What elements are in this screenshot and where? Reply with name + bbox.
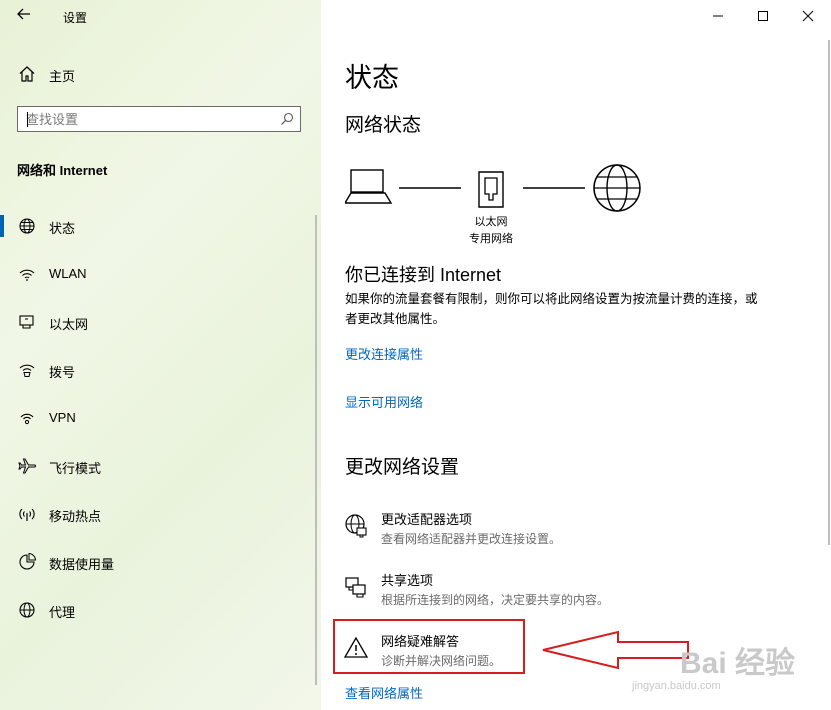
watermark-url: jingyan.baidu.com — [632, 680, 721, 692]
network-diagram: 以太网 专用网络 — [343, 160, 645, 250]
sidebar-item-label: VPN — [49, 410, 76, 425]
sidebar: 设置 主页 网络和 Internet 状态 WLAN — [0, 0, 321, 710]
airplane-icon — [18, 458, 36, 474]
sidebar-item-hotspot[interactable]: 移动热点 — [0, 494, 315, 534]
laptop-icon — [343, 169, 393, 204]
sidebar-item-proxy[interactable]: 代理 — [0, 590, 315, 630]
connected-heading: 你已连接到 Internet — [345, 265, 502, 285]
data-usage-icon — [19, 552, 37, 570]
sidebar-item-label: WLAN — [49, 266, 87, 281]
sidebar-item-ethernet[interactable]: 以太网 — [0, 302, 315, 342]
internet-globe-icon — [593, 164, 641, 212]
close-icon[interactable] — [796, 4, 820, 28]
sidebar-item-vpn[interactable]: VPN — [0, 398, 315, 438]
network-type-label: 专用网络 — [469, 233, 513, 245]
text-caret — [27, 112, 28, 127]
sharing-icon — [345, 577, 366, 598]
search-input[interactable] — [26, 110, 266, 128]
adapter-options-item[interactable]: 更改适配器选项 查看网络适配器并更改连接设置。 — [341, 509, 761, 553]
section-title: 网络和 Internet — [17, 163, 108, 178]
connected-description: 如果你的流量套餐有限制，则你可以将此网络设置为按流量计费的连接，或者更改其他属性… — [345, 292, 758, 326]
vpn-icon — [20, 413, 34, 425]
sidebar-item-label: 飞行模式 — [49, 461, 102, 476]
annotation-arrow-icon — [542, 630, 689, 670]
dialup-icon — [19, 364, 35, 377]
wifi-icon — [19, 269, 35, 281]
globe-icon — [19, 218, 35, 234]
sidebar-item-label: 移动热点 — [49, 509, 102, 524]
network-diagram-graphic — [343, 164, 641, 212]
minimize-icon[interactable] — [706, 4, 730, 28]
search-icon[interactable] — [280, 112, 294, 126]
option-subtitle: 查看网络适配器并更改连接设置。 — [381, 532, 562, 546]
sidebar-scrollbar[interactable] — [315, 215, 317, 685]
hotspot-icon — [19, 508, 35, 521]
main-scrollbar[interactable] — [828, 40, 830, 545]
proxy-globe-icon — [19, 602, 35, 618]
sidebar-item-label: 状态 — [49, 221, 76, 236]
main-panel: 状态 网络状态 以太网 专用网络 你已连接到 Internet 如果你的流量套餐… — [321, 0, 831, 710]
ethernet-port-icon — [478, 171, 504, 208]
sidebar-item-wlan[interactable]: WLAN — [0, 254, 315, 294]
change-settings-heading: 更改网络设置 — [345, 457, 460, 478]
sidebar-home-label: 主页 — [49, 69, 76, 84]
home-icon — [19, 66, 35, 82]
watermark-text: Bai 经验 — [680, 647, 796, 680]
back-arrow-icon[interactable] — [12, 6, 36, 28]
network-status-heading: 网络状态 — [345, 115, 422, 136]
adapter-label: 以太网 — [474, 216, 508, 228]
sidebar-item-label: 拨号 — [49, 365, 76, 380]
adapter-globe-icon — [345, 514, 367, 538]
search-box[interactable] — [17, 106, 301, 132]
option-title: 更改适配器选项 — [381, 512, 473, 527]
maximize-icon[interactable] — [751, 4, 775, 28]
sidebar-item-label: 代理 — [49, 605, 76, 620]
sidebar-item-label: 以太网 — [49, 317, 89, 332]
sidebar-item-data-usage[interactable]: 数据使用量 — [0, 542, 315, 582]
highlight-box — [333, 619, 525, 674]
ethernet-icon — [19, 315, 34, 329]
sidebar-item-dialup[interactable]: 拨号 — [0, 350, 315, 390]
sidebar-item-status[interactable]: 状态 — [0, 206, 315, 246]
change-connection-properties-link[interactable]: 更改连接属性 — [345, 344, 423, 363]
show-available-networks-link[interactable]: 显示可用网络 — [345, 392, 423, 411]
sharing-options-item[interactable]: 共享选项 根据所连接到的网络，决定要共享的内容。 — [341, 570, 761, 614]
view-network-properties-link[interactable]: 查看网络属性 — [345, 683, 423, 702]
option-subtitle: 根据所连接到的网络，决定要共享的内容。 — [381, 593, 610, 607]
option-title: 共享选项 — [381, 573, 434, 588]
sidebar-item-label: 数据使用量 — [49, 557, 115, 572]
app-title: 设置 — [63, 11, 88, 25]
sidebar-item-airplane[interactable]: 飞行模式 — [0, 446, 315, 486]
page-title: 状态 — [345, 63, 399, 93]
